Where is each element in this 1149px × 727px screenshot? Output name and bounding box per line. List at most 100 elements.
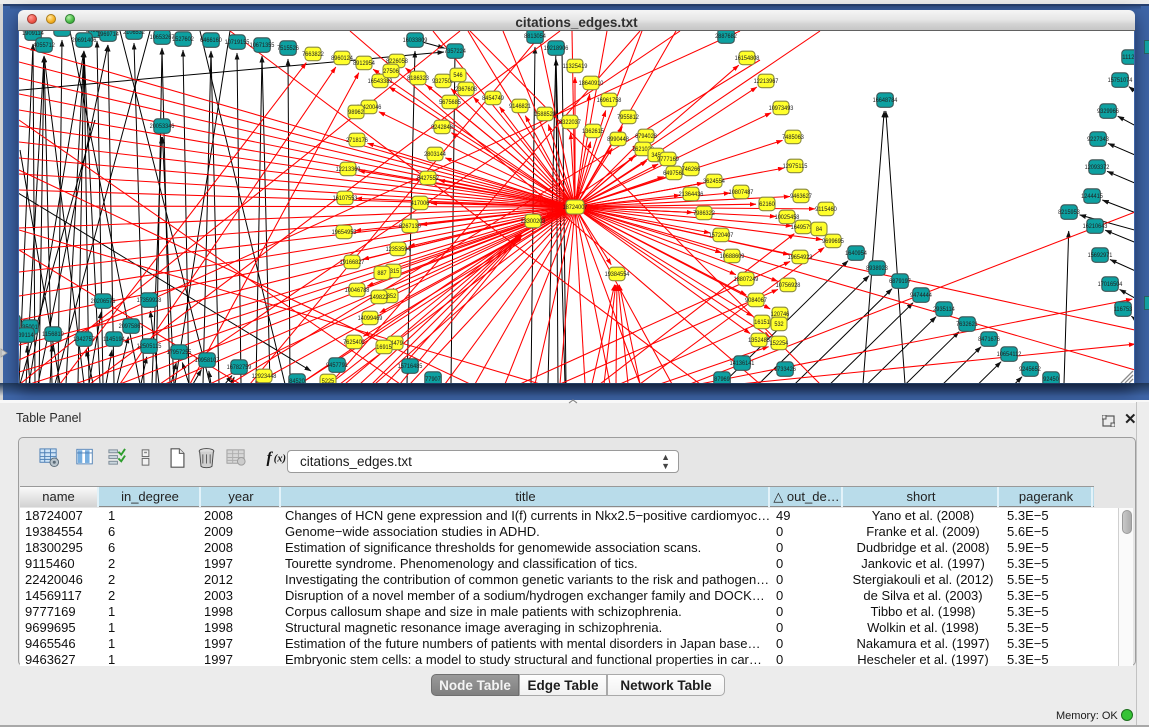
svg-text:9457791: 9457791: [326, 363, 348, 369]
svg-text:8938923: 8938923: [866, 266, 888, 272]
svg-text:16648784: 16648784: [873, 98, 898, 104]
svg-text:5675685: 5675685: [439, 100, 461, 106]
svg-text:10807487: 10807487: [729, 190, 754, 196]
svg-text:98962: 98962: [348, 110, 364, 116]
svg-text:20206576: 20206576: [91, 299, 116, 305]
svg-text:11325419: 11325419: [563, 64, 588, 70]
svg-text:1362615: 1362615: [582, 129, 604, 135]
svg-text:9777169: 9777169: [657, 157, 679, 163]
svg-text:9115460: 9115460: [815, 207, 837, 213]
svg-text:9084067: 9084067: [745, 298, 767, 304]
svg-text:84: 84: [816, 227, 823, 233]
svg-text:1244415: 1244415: [1081, 194, 1103, 200]
svg-text:12213369: 12213369: [336, 167, 361, 173]
svg-text:12353594: 12353594: [386, 247, 411, 253]
svg-text:(x): (x): [274, 454, 286, 465]
svg-text:15692971: 15692971: [1088, 253, 1113, 259]
svg-text:8454749: 8454749: [482, 96, 504, 102]
svg-text:39114: 39114: [19, 333, 34, 339]
svg-text:15751074: 15751074: [1108, 78, 1133, 84]
svg-text:1640954: 1640954: [845, 251, 867, 257]
svg-text:8322037: 8322037: [559, 120, 581, 126]
svg-text:7663822: 7663822: [302, 52, 324, 58]
svg-text:15716485: 15716485: [398, 364, 423, 370]
svg-text:9474444: 9474444: [910, 293, 932, 299]
svg-text:9146821: 9146821: [509, 104, 531, 110]
svg-text:1733426: 1733426: [774, 367, 796, 373]
svg-text:10025458: 10025458: [775, 215, 800, 221]
svg-text:23300203: 23300203: [521, 219, 546, 225]
svg-text:546: 546: [453, 73, 463, 79]
svg-text:8186323: 8186323: [407, 76, 429, 82]
svg-text:10719155: 10719155: [225, 40, 250, 46]
svg-text:7955812: 7955812: [617, 115, 639, 121]
svg-text:2367608: 2367608: [455, 87, 477, 93]
svg-text:10671355: 10671355: [250, 43, 275, 49]
svg-text:1969714: 1969714: [97, 32, 119, 38]
svg-text:10756928: 10756928: [776, 283, 801, 289]
svg-text:1156819: 1156819: [42, 332, 64, 338]
svg-text:7485063: 7485063: [782, 135, 804, 141]
svg-text:2887682: 2887682: [715, 34, 737, 40]
svg-text:8267130: 8267130: [399, 224, 421, 230]
svg-text:1909114: 1909114: [22, 31, 44, 37]
svg-text:7632621: 7632621: [956, 322, 978, 328]
svg-text:12213967: 12213967: [754, 79, 779, 85]
svg-text:17957255: 17957255: [167, 350, 192, 356]
svg-text:8813054: 8813054: [524, 34, 546, 40]
svg-text:10958107: 10958107: [195, 358, 220, 364]
svg-text:10046788: 10046788: [345, 288, 370, 294]
svg-text:8427552: 8427552: [417, 176, 439, 182]
svg-text:5225: 5225: [322, 379, 335, 383]
svg-text:8912954: 8912954: [353, 61, 375, 67]
svg-text:11124: 11124: [1122, 55, 1134, 61]
svg-text:887: 887: [377, 271, 387, 277]
svg-text:87969: 87969: [714, 377, 730, 383]
svg-text:417006: 417006: [411, 201, 430, 207]
svg-text:20975867: 20975867: [119, 324, 144, 330]
svg-text:12975115: 12975115: [783, 164, 808, 170]
svg-text:1588520: 1588520: [534, 112, 556, 118]
svg-text:84520: 84520: [289, 379, 305, 383]
svg-text:8990448: 8990448: [607, 137, 629, 143]
svg-text:16107553: 16107553: [333, 196, 358, 202]
svg-text:77907: 77907: [425, 377, 441, 383]
svg-text:19166827: 19166827: [340, 260, 365, 266]
svg-text:18724007: 18724007: [563, 205, 588, 211]
svg-text:16151: 16151: [754, 320, 770, 326]
svg-text:16915: 16915: [376, 345, 392, 351]
svg-text:7986322: 7986322: [693, 211, 715, 217]
svg-text:2718176: 2718176: [346, 138, 368, 144]
svg-text:10688609: 10688609: [720, 254, 745, 260]
svg-text:92450: 92450: [1043, 377, 1059, 383]
svg-text:16210643: 16210643: [1083, 224, 1108, 230]
svg-text:21364436: 21364436: [679, 192, 704, 198]
svg-text:9329966: 9329966: [1097, 109, 1119, 115]
svg-text:9227343: 9227343: [1087, 137, 1109, 143]
svg-text:18640910: 18640910: [579, 81, 604, 87]
svg-text:1352485: 1352485: [748, 338, 770, 344]
svg-text:746266: 746266: [682, 167, 701, 173]
svg-text:f: f: [266, 450, 273, 467]
svg-text:6879197: 6879197: [889, 279, 911, 285]
svg-text:15720407: 15720407: [709, 233, 734, 239]
svg-text:9242848: 9242848: [431, 125, 453, 131]
svg-text:9245652: 9245652: [1019, 367, 1041, 373]
svg-text:27506: 27506: [383, 69, 399, 75]
svg-text:14136141: 14136141: [730, 361, 755, 367]
svg-text:16033809: 16033809: [403, 38, 428, 44]
svg-text:16543382: 16543382: [368, 79, 393, 85]
svg-text:8471676: 8471676: [978, 337, 1000, 343]
svg-text:116753: 116753: [1114, 307, 1133, 313]
svg-text:7625402: 7625402: [343, 340, 365, 346]
svg-text:3624554: 3624554: [703, 179, 725, 185]
svg-text:6794028: 6794028: [635, 134, 657, 140]
svg-text:1527602: 1527602: [172, 37, 194, 43]
svg-text:7357224: 7357224: [444, 49, 466, 55]
svg-text:20053346: 20053346: [150, 124, 175, 130]
svg-text:4055712: 4055712: [33, 43, 55, 49]
svg-text:17016504: 17016504: [1098, 282, 1123, 288]
svg-text:2935114: 2935114: [933, 307, 955, 313]
svg-text:10654112: 10654112: [997, 352, 1022, 358]
svg-text:1145194: 1145194: [103, 337, 125, 343]
